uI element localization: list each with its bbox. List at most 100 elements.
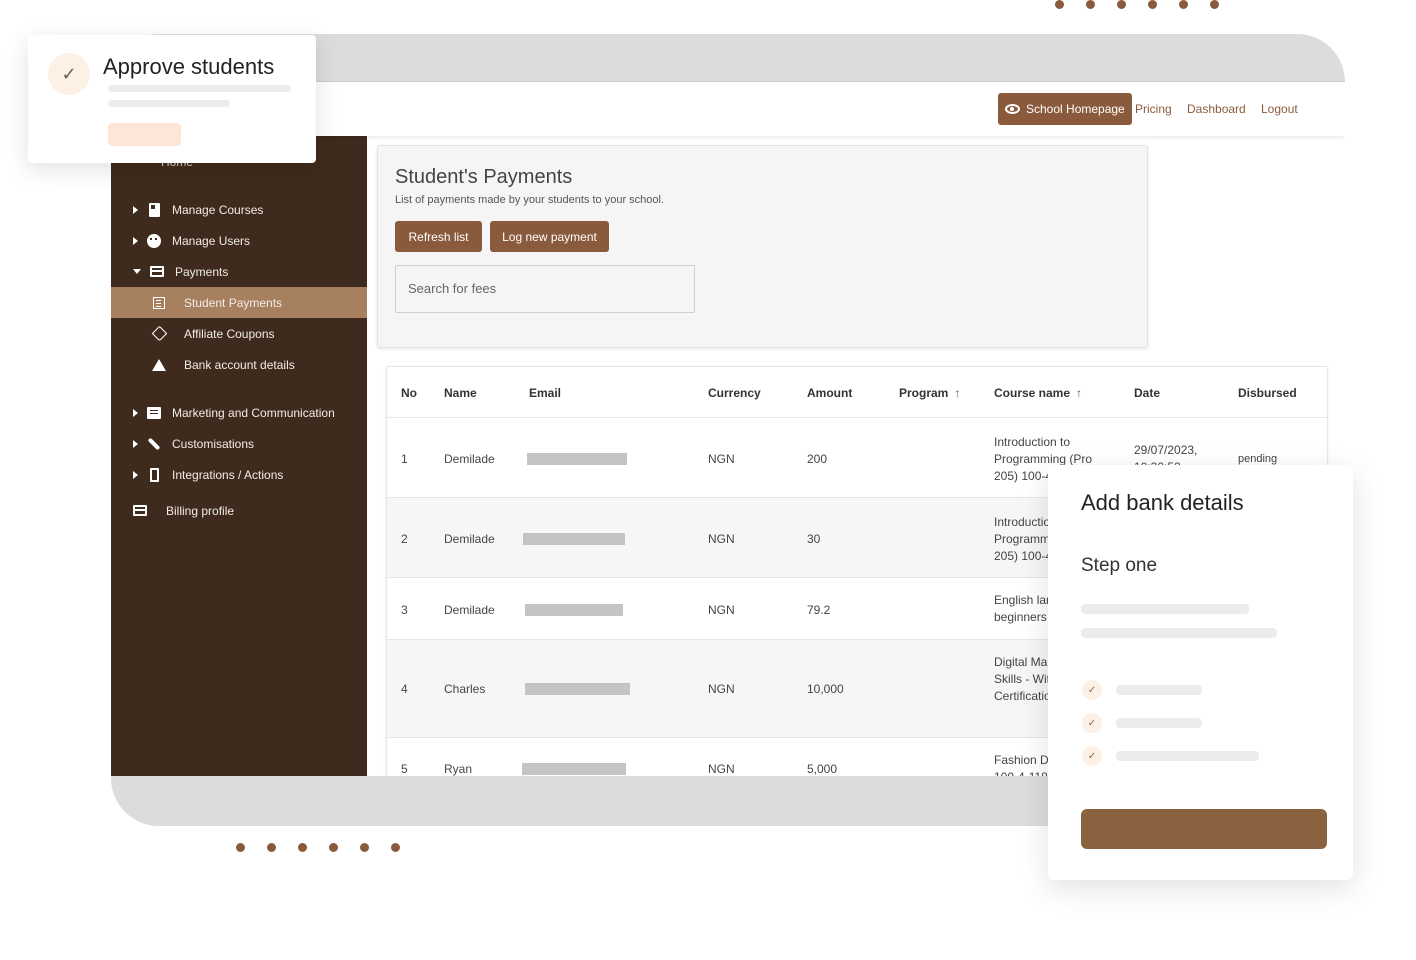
payments-panel: Student's Payments List of payments made… (377, 145, 1148, 348)
sidebar: Home Manage Courses Manage Users Payment… (111, 136, 367, 778)
book-icon (147, 202, 161, 217)
check-icon: ✓ (1082, 746, 1102, 766)
sidebar-item-billing-profile[interactable]: Billing profile (111, 495, 367, 526)
sidebar-item-label: Student Payments (184, 295, 283, 310)
sidebar-item-student-payments[interactable]: Student Payments (111, 287, 367, 318)
check-icon: ✓ (48, 53, 90, 95)
column-header-currency[interactable]: Currency (708, 386, 761, 400)
school-homepage-button[interactable]: School Homepage (998, 93, 1132, 125)
cell-currency: NGN (708, 682, 735, 696)
redacted-email (522, 763, 626, 775)
cell-no: 4 (401, 682, 408, 696)
tag-icon (151, 325, 167, 342)
sidebar-item-integrations[interactable]: Integrations / Actions (111, 459, 367, 490)
nav-link-logout[interactable]: Logout (1261, 102, 1298, 116)
caret-right-icon (133, 439, 138, 448)
column-header-label: Name (444, 386, 477, 400)
approve-students-card: ✓ Approve students (28, 35, 316, 163)
phone-icon (147, 467, 161, 482)
school-homepage-label: School Homepage (1026, 102, 1125, 116)
skeleton-line (1116, 751, 1259, 761)
column-header-disbursed[interactable]: Disbursed (1238, 386, 1297, 400)
cell-no: 1 (401, 452, 408, 466)
column-header-program[interactable]: Program ↑ (899, 386, 960, 400)
sidebar-item-label: Billing profile (166, 503, 235, 518)
cell-amount: 5,000 (807, 762, 838, 776)
page-subtitle: List of payments made by your students t… (395, 194, 665, 206)
sidebar-item-label: Manage Users (172, 233, 251, 248)
page-title: Student's Payments (395, 166, 573, 188)
cell-amount: 200 (807, 452, 828, 466)
sidebar-item-label: Manage Courses (172, 202, 264, 217)
users-icon (147, 233, 161, 248)
redacted-email (525, 683, 630, 695)
column-header-label: Program (899, 386, 949, 400)
skeleton-line (1116, 718, 1202, 728)
sidebar-item-manage-courses[interactable]: Manage Courses (111, 194, 367, 225)
column-header-email[interactable]: Email (529, 386, 561, 400)
caret-right-icon (133, 236, 138, 245)
skeleton-line (108, 100, 230, 107)
cell-name: Charles (444, 682, 486, 696)
column-header-no[interactable]: No (401, 386, 417, 400)
cell-no: 2 (401, 532, 408, 546)
sidebar-item-label: Integrations / Actions (172, 467, 284, 482)
check-icon: ✓ (1082, 713, 1102, 733)
cell-currency: NGN (708, 452, 735, 466)
cell-name: Ryan (444, 762, 473, 776)
column-header-label: Currency (708, 386, 761, 400)
refresh-list-button[interactable]: Refresh list (395, 221, 482, 252)
cell-amount: 30 (807, 532, 821, 546)
cell-currency: NGN (708, 603, 735, 617)
skeleton-button (108, 123, 181, 146)
cell-amount: 79.2 (807, 603, 831, 617)
approve-students-title: Approve students (103, 54, 275, 79)
caret-right-icon (133, 205, 138, 214)
column-header-amount[interactable]: Amount (807, 386, 852, 400)
column-header-label: Amount (807, 386, 853, 400)
sidebar-item-customisations[interactable]: Customisations (111, 428, 367, 459)
redacted-email (523, 533, 625, 545)
log-new-payment-button[interactable]: Log new payment (490, 221, 609, 252)
cell-name: Demilade (444, 452, 495, 466)
decorative-dots-bottom (236, 843, 400, 852)
cell-date: 29/07/2023, (1134, 443, 1198, 457)
caret-right-icon (133, 408, 138, 417)
sidebar-item-affiliate-coupons[interactable]: Affiliate Coupons (111, 318, 367, 349)
skeleton-line (108, 85, 291, 92)
check-icon: ✓ (1082, 680, 1102, 700)
sidebar-item-marketing[interactable]: Marketing and Communication (111, 397, 367, 428)
cell-currency: NGN (708, 762, 735, 776)
sidebar-item-label: Marketing and Communication (172, 405, 335, 420)
sidebar-item-payments[interactable]: Payments (111, 256, 367, 287)
sidebar-item-label: Affiliate Coupons (184, 326, 275, 341)
warning-icon (152, 358, 166, 372)
column-header-date[interactable]: Date (1134, 386, 1160, 400)
cell-disbursed: pending (1238, 453, 1278, 465)
list-icon (152, 296, 166, 310)
sidebar-item-label: Bank account details (184, 357, 295, 372)
sidebar-item-manage-users[interactable]: Manage Users (111, 225, 367, 256)
credit-card-icon (133, 504, 147, 518)
column-header-label: Date (1134, 386, 1161, 400)
redacted-email (527, 453, 627, 465)
column-header-course-name[interactable]: Course name ↑ (994, 386, 1082, 400)
sort-arrow-up-icon: ↑ (954, 386, 961, 400)
cell-name: Demilade (444, 603, 495, 617)
sort-arrow-up-icon: ↑ (1076, 386, 1083, 400)
submit-bank-details-button[interactable] (1081, 809, 1327, 849)
chat-icon (147, 406, 161, 420)
column-header-name[interactable]: Name (444, 386, 477, 400)
wrench-icon (147, 437, 161, 451)
sidebar-item-bank-account-details[interactable]: Bank account details (111, 349, 367, 380)
caret-down-icon (133, 269, 141, 274)
cell-name: Demilade (444, 532, 495, 546)
cell-amount: 10,000 (807, 682, 844, 696)
nav-link-pricing[interactable]: Pricing (1135, 102, 1172, 116)
redacted-email (525, 604, 623, 616)
search-input[interactable]: Search for fees (395, 265, 695, 313)
sidebar-item-label: Payments (175, 264, 229, 279)
nav-link-dashboard[interactable]: Dashboard (1187, 102, 1246, 116)
skeleton-line (1081, 628, 1277, 638)
add-bank-details-title: Add bank details (1081, 490, 1244, 515)
